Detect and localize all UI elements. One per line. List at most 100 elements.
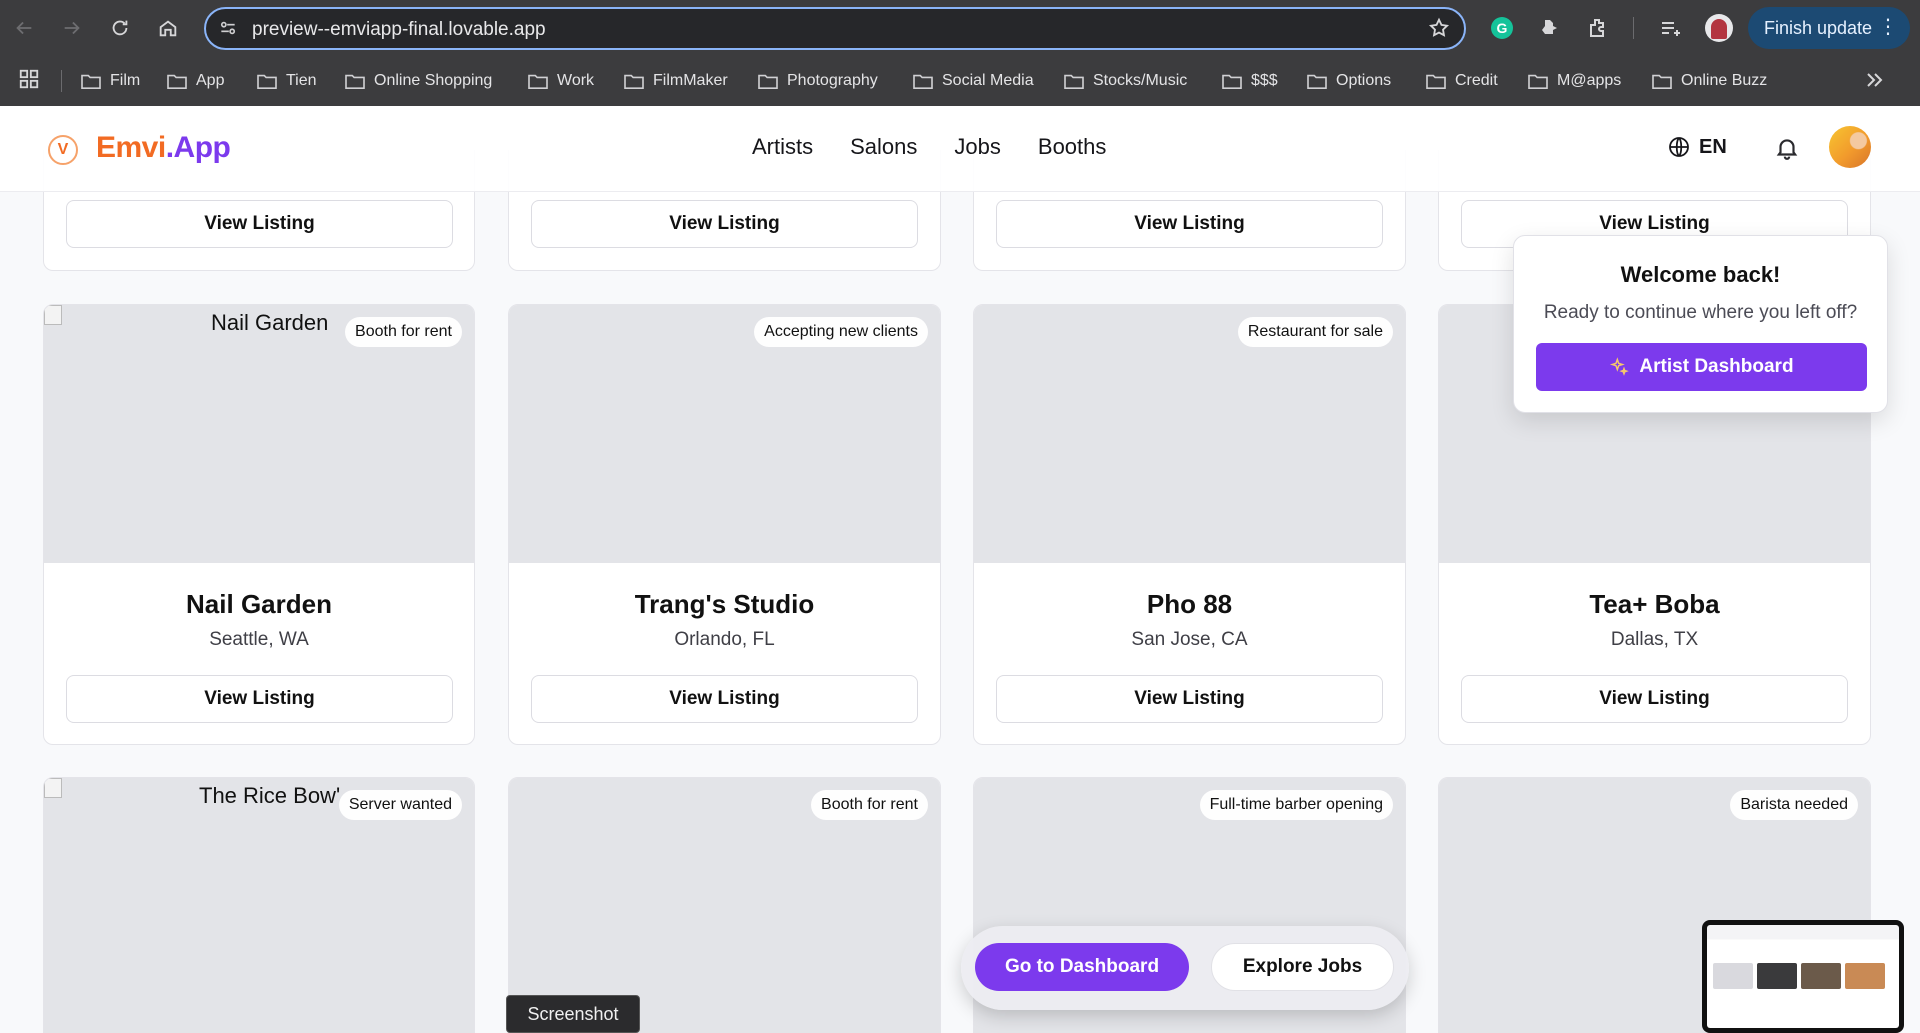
logo-icon[interactable]: V — [48, 135, 78, 165]
folder-icon — [257, 74, 277, 90]
status-badge: Server wanted — [338, 790, 462, 820]
bookmark-folder[interactable]: Social Media — [912, 56, 1034, 106]
finish-update-button[interactable]: Finish update ⋮ — [1748, 7, 1910, 49]
app-header: V Emvi.App Artists Salons Jobs Booths EN — [0, 106, 1920, 192]
listing-location: Dallas, TX — [1610, 629, 1699, 650]
nav-artists[interactable]: Artists — [752, 134, 813, 160]
logo-text[interactable]: Emvi.App — [96, 131, 231, 165]
listing-location: Seattle, WA — [209, 629, 309, 650]
bookmark-label: M@apps — [1557, 72, 1622, 89]
bookmark-folder[interactable]: Stocks/Music — [1063, 56, 1187, 106]
puzzle-icon[interactable] — [1584, 14, 1612, 42]
bookmark-label: Film — [110, 72, 141, 89]
apps-grid-icon[interactable] — [18, 68, 40, 90]
folder-icon — [624, 74, 644, 90]
toolbar-divider — [1633, 17, 1634, 39]
reading-list-icon[interactable] — [1656, 14, 1684, 42]
status-badge: Full-time barber opening — [1199, 790, 1393, 820]
browser-profile-icon[interactable] — [1705, 14, 1733, 42]
bookmark-folder[interactable]: Credit — [1425, 56, 1498, 106]
bookmark-label: Online Buzz — [1681, 72, 1768, 89]
bookmark-folder[interactable]: Online Shopping — [344, 56, 492, 106]
folder-icon — [528, 74, 548, 90]
broken-image-icon — [44, 305, 62, 325]
notification-bell-icon[interactable] — [1774, 135, 1800, 161]
status-badge: Barista needed — [1730, 790, 1858, 820]
welcome-back-popover: Welcome back! Ready to continue where yo… — [1513, 235, 1888, 413]
bookmark-label: Credit — [1455, 72, 1498, 89]
folder-icon — [1426, 74, 1446, 90]
status-badge: Booth for rent — [811, 790, 928, 820]
bookmark-label: App — [196, 72, 225, 89]
listing-location: San Jose, CA — [1131, 629, 1248, 650]
nav-jobs[interactable]: Jobs — [954, 134, 1000, 160]
bookmark-label: Social Media — [942, 72, 1034, 89]
listing-card[interactable]: Nail Garden Booth for rent Nail Garden S… — [43, 304, 475, 745]
bookmark-folder[interactable]: Online Buzz — [1651, 56, 1767, 106]
listing-card[interactable]: Restaurant for sale Pho 88 San Jose, CA … — [973, 304, 1406, 745]
bookmark-folder[interactable]: Film — [80, 56, 140, 106]
bookmarks-bar: Film App Tien Online Shopping Work FilmMaker P… — [0, 56, 1920, 106]
artist-dashboard-button[interactable]: Artist Dashboard — [1536, 343, 1867, 391]
bookmarks-divider — [61, 70, 62, 92]
floating-action-bar: Go to Dashboard Explore Jobs — [961, 926, 1409, 1010]
bookmark-folder[interactable]: $$$ — [1221, 56, 1278, 106]
home-icon[interactable] — [152, 12, 184, 44]
bookmark-label: FilmMaker — [653, 72, 728, 89]
address-bar[interactable]: preview--emviapp-final.lovable.app — [204, 7, 1466, 50]
screenshot-thumbnail[interactable] — [1702, 920, 1904, 1033]
nav-salons[interactable]: Salons — [850, 134, 917, 160]
view-listing-button[interactable]: View Listing — [66, 200, 453, 248]
image-alt-text: The Rice Bow' — [199, 783, 341, 808]
listing-location: Orlando, FL — [674, 629, 775, 650]
welcome-title: Welcome back! — [1620, 262, 1781, 287]
browser-chrome: preview--emviapp-final.lovable.app G Fin… — [0, 0, 1920, 106]
back-icon[interactable] — [8, 12, 40, 44]
view-listing-button[interactable]: View Listing — [996, 200, 1383, 248]
listing-title: Tea+ Boba — [1589, 589, 1720, 619]
bookmark-folder[interactable]: Options — [1306, 56, 1391, 106]
globe-icon — [1669, 137, 1689, 157]
view-listing-button[interactable]: View Listing — [66, 675, 453, 723]
bookmark-star-icon[interactable] — [1428, 17, 1450, 39]
view-listing-button[interactable]: View Listing — [996, 675, 1383, 723]
artist-dashboard-label: Artist Dashboard — [1639, 356, 1794, 377]
forward-icon[interactable] — [56, 12, 88, 44]
view-listing-button[interactable]: View Listing — [531, 675, 918, 723]
bookmark-label: $$$ — [1251, 72, 1278, 89]
bookmark-label: Photography — [787, 72, 878, 89]
broken-image-icon — [44, 778, 62, 798]
grammarly-icon[interactable]: G — [1488, 14, 1516, 42]
language-selector[interactable]: EN — [1667, 135, 1727, 159]
bookmark-folder[interactable]: Work — [527, 56, 594, 106]
folder-icon — [345, 74, 365, 90]
go-to-dashboard-button[interactable]: Go to Dashboard — [975, 943, 1189, 991]
bookmark-folder[interactable]: Tien — [256, 56, 317, 106]
listing-card[interactable]: Accepting new clients Trang's Studio Orl… — [508, 304, 941, 745]
bookmark-label: Online Shopping — [374, 72, 493, 89]
explore-jobs-button[interactable]: Explore Jobs — [1211, 943, 1394, 991]
view-listing-button[interactable]: View Listing — [1461, 675, 1848, 723]
view-listing-button[interactable]: View Listing — [531, 200, 918, 248]
chevron-double-right-icon[interactable] — [1862, 68, 1886, 92]
reload-icon[interactable] — [104, 12, 136, 44]
image-alt-text: Nail Garden — [211, 310, 329, 335]
browser-toolbar: preview--emviapp-final.lovable.app G Fin… — [0, 0, 1920, 56]
folder-icon — [913, 74, 933, 90]
bookmark-folder[interactable]: App — [166, 56, 224, 106]
logo-part-app: .App — [165, 131, 231, 164]
bookmark-label: Work — [557, 72, 595, 89]
bookmark-label: Options — [1336, 72, 1392, 89]
bookmark-folder[interactable]: M@apps — [1527, 56, 1621, 106]
bookmark-folder[interactable]: Photography — [757, 56, 878, 106]
nav-booths[interactable]: Booths — [1038, 134, 1107, 160]
bookmark-folder[interactable]: FilmMaker — [623, 56, 728, 106]
extension-icon[interactable] — [1536, 14, 1564, 42]
status-badge: Accepting new clients — [754, 317, 928, 347]
listing-card[interactable]: The Rice Bow' Server wanted — [43, 777, 475, 1033]
url-text[interactable]: preview--emviapp-final.lovable.app — [252, 19, 546, 41]
user-avatar[interactable] — [1829, 126, 1871, 168]
more-menu-icon[interactable]: ⋮ — [1878, 17, 1898, 37]
site-settings-icon[interactable] — [218, 18, 238, 38]
bookmark-label: Tien — [286, 72, 317, 89]
